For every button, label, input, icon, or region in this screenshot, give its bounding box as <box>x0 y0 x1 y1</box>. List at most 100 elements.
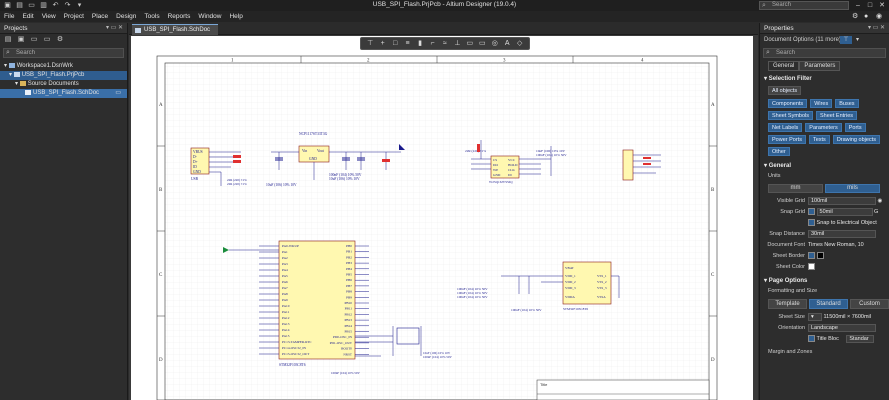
standard-button[interactable]: Standard <box>809 299 848 309</box>
snap-electrical-checkbox[interactable] <box>808 219 815 227</box>
place-part-icon[interactable]: ▮ <box>416 40 424 48</box>
snap-grid-checkbox[interactable] <box>808 208 815 216</box>
folder-open-icon[interactable]: ▭ <box>43 36 51 44</box>
title-block-checkbox[interactable] <box>808 335 815 343</box>
general-heading[interactable]: ▾ General <box>760 161 889 171</box>
settings-gear-icon[interactable]: ⚙ <box>852 11 858 22</box>
shape-icon[interactable]: ◇ <box>516 40 524 48</box>
save-icon[interactable]: ▤ <box>15 2 24 10</box>
sheet-size-dropdown[interactable]: ▾ <box>808 313 822 321</box>
schematic-canvas[interactable]: 1 2 3 4 A B C D A B C D VBUS D- D+ ID GN… <box>131 36 753 400</box>
mcu-pin-label: PA3 <box>282 262 288 266</box>
filter-buses-button[interactable]: Buses <box>835 99 859 108</box>
tree-item-project[interactable]: ▾ USB_SPI_Flash.PrjPcb <box>0 71 127 80</box>
harness-icon[interactable]: ▭ <box>466 40 474 48</box>
page-options-heading[interactable]: ▾ Page Options <box>760 276 889 286</box>
save-icon[interactable]: ▣ <box>17 36 25 44</box>
align-icon[interactable]: ≡ <box>404 40 412 48</box>
tab-schdoc[interactable]: USB_SPI_Flash.SchDoc <box>132 24 219 35</box>
directive-icon[interactable]: ◎ <box>491 40 499 48</box>
project-options-gear-icon[interactable]: ⚙ <box>56 36 64 44</box>
filter-texts-button[interactable]: Texts <box>808 135 830 144</box>
undo-icon[interactable]: ↶ <box>51 2 60 10</box>
tab-parameters[interactable]: Parameters <box>799 61 841 71</box>
tree-item-schdoc[interactable]: USB_SPI_Flash.SchDoc ▭ <box>0 89 127 98</box>
menu-window[interactable]: Window <box>198 13 221 20</box>
filter-wires-button[interactable]: Wires <box>810 99 833 108</box>
units-mm-button[interactable]: mm <box>768 184 823 193</box>
menu-project[interactable]: Project <box>64 13 84 20</box>
panel-pin-icon[interactable]: ▾ ▭ ✕ <box>106 23 123 34</box>
maximize-button[interactable]: □ <box>864 0 876 11</box>
sheet-border-checkbox[interactable] <box>808 252 815 260</box>
workspace-icon[interactable]: ▤ <box>4 36 12 44</box>
sheet-border-color-swatch[interactable] <box>816 252 824 260</box>
menu-file[interactable]: File <box>4 13 14 20</box>
projects-search-input[interactable]: ⌕ Search <box>3 48 124 58</box>
selection-filter-heading[interactable]: ▾ Selection Filter <box>760 74 889 84</box>
document-font-row: Document Font Times New Roman, 10 <box>760 240 889 251</box>
svg-text:CLK: CLK <box>508 168 515 172</box>
document-font-value[interactable]: Times New Roman, 10 <box>808 240 864 251</box>
properties-search-input[interactable]: ⌕ Search <box>763 48 886 58</box>
units-mils-button[interactable]: mils <box>825 184 880 193</box>
folder-icon[interactable]: ▭ <box>30 36 38 44</box>
all-objects-button[interactable]: All objects <box>768 86 802 95</box>
menu-place[interactable]: Place <box>92 13 108 20</box>
select-rect-icon[interactable]: □ <box>391 40 399 48</box>
collapse-icon[interactable]: ▾ <box>15 81 18 87</box>
app-logo-icon[interactable]: ▣ <box>3 2 12 10</box>
eye-icon[interactable]: ◉ <box>878 198 883 204</box>
custom-button[interactable]: Custom <box>850 299 889 309</box>
notifications-bell-icon[interactable]: ● <box>864 11 868 22</box>
save-all-icon[interactable]: ▥ <box>39 2 48 10</box>
properties-subtitle: Document Options (11 more) ⊤ ▾ <box>760 34 889 46</box>
collapse-icon[interactable]: ▾ <box>9 72 12 78</box>
text-icon[interactable]: A <box>503 40 511 48</box>
visible-grid-input[interactable]: 100mil <box>808 197 876 205</box>
menu-view[interactable]: View <box>42 13 56 20</box>
schematic-sheet[interactable]: 1 2 3 4 A B C D A B C D VBUS D- D+ ID GN… <box>131 36 753 400</box>
wire-icon[interactable]: ⌐ <box>428 40 436 48</box>
filter-button[interactable]: ⊤ <box>840 36 852 44</box>
close-button[interactable]: ✕ <box>876 0 888 11</box>
move-icon[interactable]: + <box>379 40 387 48</box>
svg-text:D+: D+ <box>193 160 198 164</box>
folder-open-icon[interactable]: ▭ <box>27 2 36 10</box>
filter-dropdown-icon[interactable]: ▾ <box>856 34 859 46</box>
menu-help[interactable]: Help <box>229 13 242 20</box>
filter-sheet-symbols-button[interactable]: Sheet Symbols <box>768 111 813 120</box>
menu-reports[interactable]: Reports <box>168 13 191 20</box>
menu-design[interactable]: Design <box>116 13 136 20</box>
tab-general[interactable]: General <box>768 61 800 71</box>
minimize-button[interactable]: – <box>852 0 864 11</box>
dropdown-icon[interactable]: ▾ <box>75 2 84 10</box>
panel-controls-icon[interactable]: ▾ ▭ ✕ <box>868 23 885 34</box>
snap-distance-input[interactable]: 30mil <box>808 230 876 238</box>
orientation-select[interactable]: Landscape <box>808 324 876 332</box>
tree-item-workspace[interactable]: ▾ Workspace1.DsnWrk <box>0 62 127 71</box>
port-icon[interactable]: ▭ <box>478 40 486 48</box>
tree-item-source-documents[interactable]: ▾ Source Documents <box>0 80 127 89</box>
filter-parameters-button[interactable]: Parameters <box>805 123 842 132</box>
global-search-input[interactable]: ⌕ Search <box>759 1 849 10</box>
power-port-icon[interactable]: ⊥ <box>453 40 461 48</box>
collapse-icon[interactable]: ▾ <box>4 63 7 69</box>
filter-ports-button[interactable]: Ports <box>844 123 866 132</box>
filter-power-ports-button[interactable]: Power Ports <box>768 135 806 144</box>
user-account-icon[interactable]: ◉ <box>876 11 882 22</box>
sheet-color-swatch[interactable] <box>808 263 815 271</box>
filter-other-button[interactable]: Other <box>768 147 790 156</box>
title-block-select[interactable]: Standar <box>846 335 875 343</box>
net-label-icon[interactable]: ≈ <box>441 40 449 48</box>
menu-edit[interactable]: Edit <box>22 13 33 20</box>
filter-sheet-entries-button[interactable]: Sheet Entries <box>816 111 858 120</box>
menu-tools[interactable]: Tools <box>144 13 159 20</box>
template-button[interactable]: Template <box>768 299 807 309</box>
filter-drawing-objects-button[interactable]: Drawing objects <box>832 135 880 144</box>
filter-net-labels-button[interactable]: Net Labels <box>768 123 803 132</box>
filter-components-button[interactable]: Components <box>768 99 808 108</box>
filter-icon[interactable]: ⊤ <box>366 40 374 48</box>
redo-icon[interactable]: ↷ <box>63 2 72 10</box>
snap-grid-input[interactable]: 50mil <box>816 208 873 216</box>
